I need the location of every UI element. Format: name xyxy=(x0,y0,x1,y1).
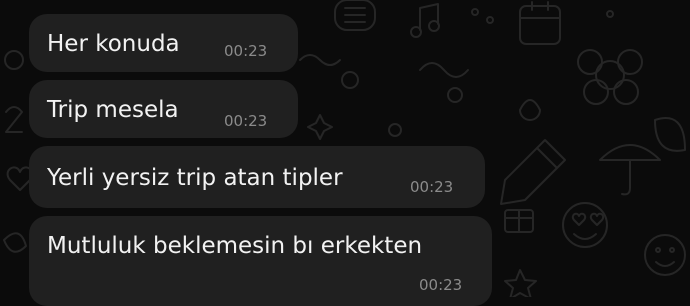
message-bubble[interactable]: Her konuda 00:23 xyxy=(29,14,298,72)
message-time: 00:23 xyxy=(224,112,268,130)
chat-messages: Her konuda 00:23 Trip mesela 00:23 Yerli… xyxy=(0,0,690,306)
message-text: Her konuda xyxy=(47,31,180,57)
message-text: Yerli yersiz trip atan tipler xyxy=(47,165,343,191)
message-bubble[interactable]: Yerli yersiz trip atan tipler 00:23 xyxy=(29,146,485,208)
message-bubble[interactable]: Trip mesela 00:23 xyxy=(29,80,298,138)
message-text: Mutluluk beklemesin bı erkekten xyxy=(47,233,423,259)
message-text: Trip mesela xyxy=(47,97,179,123)
message-bubble[interactable]: Mutluluk beklemesin bı erkekten 00:23 xyxy=(29,216,492,306)
message-time: 00:23 xyxy=(419,276,463,294)
message-time: 00:23 xyxy=(410,178,454,196)
message-time: 00:23 xyxy=(224,42,268,60)
